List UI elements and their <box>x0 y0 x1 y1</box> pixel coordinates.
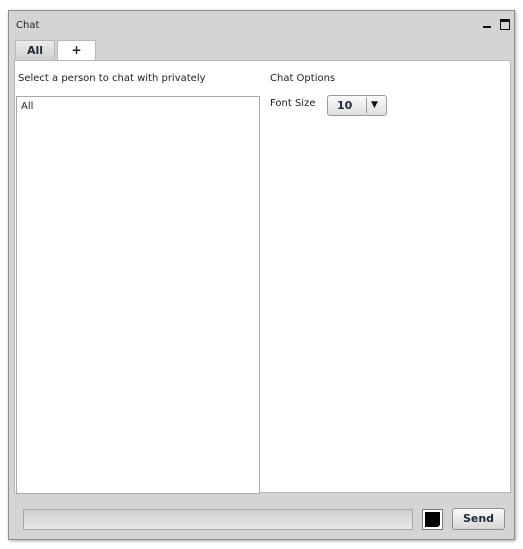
color-dropdown-corner-icon <box>437 524 441 528</box>
tab-add[interactable]: + <box>57 40 96 61</box>
tab-content: Select a person to chat with privately A… <box>14 60 511 494</box>
text-color-picker[interactable] <box>422 509 443 530</box>
chevron-down-icon: ▼ <box>371 100 378 110</box>
minimize-icon <box>483 26 491 28</box>
font-size-label: Font Size <box>270 98 316 109</box>
composer-bar: Send <box>14 497 511 537</box>
maximize-icon <box>500 19 510 30</box>
title-bar: Chat <box>9 11 514 39</box>
font-size-select[interactable]: 10 ▼ <box>327 95 387 116</box>
select-divider <box>366 98 367 113</box>
list-item[interactable]: All <box>21 101 33 112</box>
minimize-button[interactable] <box>482 19 492 29</box>
chat-options-title: Chat Options <box>270 73 336 84</box>
send-button[interactable]: Send <box>452 508 505 530</box>
font-size-value: 10 <box>337 99 353 112</box>
message-input[interactable] <box>23 509 413 530</box>
people-list[interactable]: All <box>16 96 260 494</box>
people-list-label: Select a person to chat with privately <box>18 73 206 84</box>
chat-window: Chat All + Select a person to chat with … <box>8 10 515 540</box>
maximize-button[interactable] <box>500 19 510 30</box>
window-title: Chat <box>16 20 40 31</box>
tab-all[interactable]: All <box>15 40 55 60</box>
